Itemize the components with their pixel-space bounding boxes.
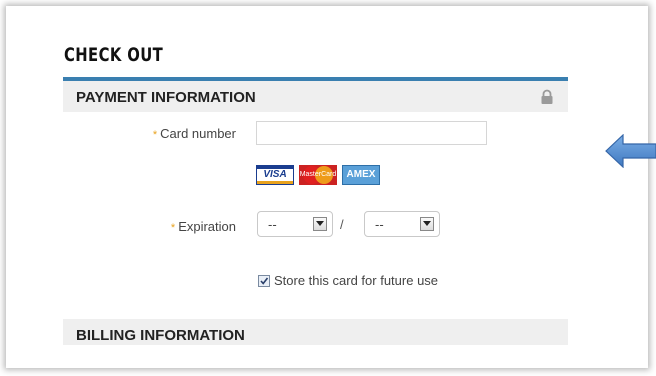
card-number-input[interactable] xyxy=(256,121,487,145)
expiration-year-value: -- xyxy=(375,217,384,232)
store-card-label[interactable]: Store this card for future use xyxy=(274,273,438,288)
amex-logo: AMEX xyxy=(342,165,380,185)
expiration-month-value: -- xyxy=(268,217,277,232)
amex-logo-text: AMEX xyxy=(346,169,376,180)
store-card-checkbox[interactable] xyxy=(258,275,270,287)
billing-section-header[interactable]: BILLING INFORMATION xyxy=(63,319,568,345)
visa-logo-text: VISA xyxy=(263,169,287,180)
page-title: CHECK OUT xyxy=(64,44,164,66)
expiration-year-select[interactable]: -- xyxy=(364,211,440,237)
date-separator: / xyxy=(340,217,344,232)
mastercard-logo: MasterCard xyxy=(299,165,337,185)
arrow-left-icon xyxy=(605,134,656,168)
chevron-down-icon[interactable] xyxy=(313,217,327,231)
mastercard-logo-text: MasterCard xyxy=(299,171,337,178)
card-number-label-text: Card number xyxy=(160,126,236,141)
required-mark: * xyxy=(152,129,158,141)
lock-icon xyxy=(541,89,553,104)
expiration-month-select[interactable]: -- xyxy=(257,211,333,237)
expiration-label: * Expiration xyxy=(122,219,236,234)
expiration-label-text: Expiration xyxy=(178,219,236,234)
payment-section-title: PAYMENT INFORMATION xyxy=(76,89,256,106)
billing-section-title: BILLING INFORMATION xyxy=(76,327,245,344)
required-mark: * xyxy=(170,222,176,234)
visa-logo: VISA xyxy=(256,165,294,185)
chevron-down-icon[interactable] xyxy=(420,217,434,231)
payment-section-header: PAYMENT INFORMATION xyxy=(63,81,568,112)
card-number-label: * Card number xyxy=(122,126,236,141)
